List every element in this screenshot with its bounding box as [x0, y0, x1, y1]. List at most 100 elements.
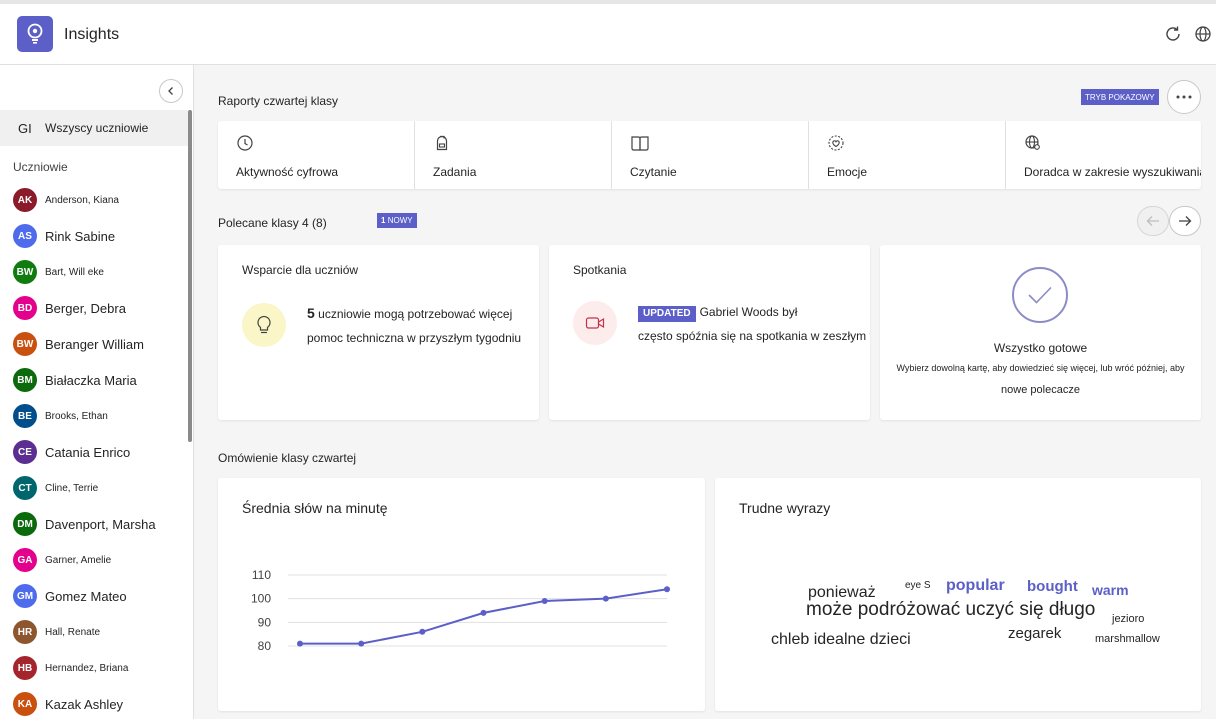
word-cloud-item: może podróżować uczyć się długo [806, 599, 1096, 620]
word-cloud-item: marshmallow [1095, 633, 1160, 645]
student-item[interactable]: BD Berger, Debra [0, 290, 188, 326]
report-tile-label: Emocje [827, 165, 868, 179]
student-name: Bart, Will eke [45, 266, 104, 278]
student-item[interactable]: GA Garner, Amelie [0, 542, 188, 578]
student-item[interactable]: BM Białaczka Maria [0, 362, 188, 398]
report-tile-label: Zadania [433, 165, 477, 179]
data-point[interactable] [419, 628, 426, 635]
student-name: Davenport, Marsha [45, 516, 156, 532]
data-point[interactable] [358, 640, 365, 647]
report-tile-assignments[interactable]: Zadania [415, 121, 612, 189]
new-badge: 1 NOWY [377, 213, 417, 228]
student-name: Brooks, Ethan [45, 410, 108, 422]
support-card-text: 5 uczniowie mogą potrzebować więcej pomo… [307, 301, 521, 350]
data-point[interactable] [297, 640, 303, 647]
student-item[interactable]: CT Cline, Terrie [0, 470, 188, 506]
all-done-line-2: nowe polecacze [1001, 384, 1080, 396]
support-icon-circle [242, 303, 286, 347]
all-students-label: Wszyscy uczniowie [45, 121, 149, 135]
backpack-icon [436, 135, 448, 151]
support-line-1: uczniowie mogą potrzebować więcej [318, 307, 513, 321]
data-point[interactable] [664, 586, 670, 593]
meetings-card[interactable]: Spotkania UPDATED Gabriel Woods był częst… [549, 245, 870, 420]
app-icon[interactable] [17, 16, 53, 52]
more-icon [1176, 95, 1192, 99]
difficult-words-card[interactable]: Trudne wyrazy ponieważ eye S popular bou… [715, 478, 1201, 711]
wpm-card[interactable]: Średnia słów na minutę 110 100 90 80 [218, 478, 705, 711]
data-point[interactable] [480, 609, 487, 616]
student-item[interactable]: HB Hernandez, Briana [0, 650, 188, 686]
students-section-label: Uczniowie [13, 160, 68, 174]
support-card-title: Wsparcie dla uczniów [242, 263, 359, 277]
student-name: Białaczka Maria [45, 372, 137, 388]
refresh-button[interactable] [1163, 24, 1183, 44]
student-item[interactable]: BW Bart, Will eke [0, 254, 188, 290]
previous-arrow-button[interactable] [1137, 206, 1169, 236]
report-tile-reading[interactable]: Czytanie [612, 121, 809, 189]
video-camera-icon [585, 317, 605, 329]
student-item[interactable]: BW Beranger William [0, 326, 188, 362]
avatar: AK [13, 188, 37, 212]
all-done-title: Wszystko gotowe [993, 341, 1088, 355]
reports-title: Raporty czwartej klasy [218, 94, 339, 108]
meetings-line-2: często spóźnia się na spotkania w zeszły… [638, 329, 870, 343]
refresh-icon [1166, 26, 1180, 41]
all-students-initials: GI [18, 120, 32, 136]
avatar: BM [13, 368, 37, 392]
new-count: 1 [381, 216, 386, 225]
arrow-right-icon [1179, 216, 1192, 226]
word-cloud-item: bought [1027, 578, 1078, 595]
student-name: Garner, Amelie [45, 554, 112, 566]
reports-bar: Aktywność cyfrowa Zadania Czytanie Emocj… [218, 121, 1201, 189]
support-count: 5 [307, 305, 315, 321]
word-cloud-item: warm [1092, 582, 1129, 598]
app-title: Insights [64, 26, 120, 43]
students-sidebar: GI Wszyscy uczniowie Uczniowie AK Anderso… [0, 65, 194, 719]
overview-title: Omówienie klasy czwartej [218, 451, 357, 465]
student-item[interactable]: AK Anderson, Kiana [0, 182, 188, 218]
all-students-item[interactable]: GI Wszyscy uczniowie [0, 110, 188, 146]
app-header: Insights [0, 4, 1216, 65]
student-item[interactable]: DM Davenport, Marsha [0, 506, 188, 542]
student-name: Anderson, Kiana [45, 194, 119, 206]
more-options-button[interactable] [1167, 80, 1201, 114]
report-tile-emotions[interactable]: Emocje [809, 121, 1006, 189]
student-item[interactable]: GM Gomez Mateo [0, 578, 188, 614]
avatar: HR [13, 620, 37, 644]
avatar: HB [13, 656, 37, 680]
avatar: DM [13, 512, 37, 536]
student-item[interactable]: AS Rink Sabine [0, 218, 188, 254]
heart-icon [828, 135, 844, 151]
support-card[interactable]: Wsparcie dla uczniów 5 uczniowie mogą po… [218, 245, 539, 420]
avatar: GA [13, 548, 37, 572]
data-point[interactable] [602, 595, 609, 602]
report-tile-search-coach[interactable]: Doradca w zakresie wyszukiwania [1006, 121, 1201, 189]
avatar: AS [13, 224, 37, 248]
globe-button[interactable] [1193, 24, 1213, 44]
student-name: Cline, Terrie [45, 482, 99, 494]
wpm-line-chart: 110 100 90 80 [251, 568, 670, 653]
globe-icon [1195, 26, 1211, 42]
new-label: NOWY [387, 216, 413, 225]
done-circle [1012, 267, 1068, 323]
avatar: BD [13, 296, 37, 320]
chevron-left-icon [168, 87, 173, 95]
all-done-card: Wszystko gotowe Wybierz dowolną kartę, a… [880, 245, 1201, 420]
sidebar-scrollbar[interactable] [188, 110, 192, 442]
avatar: GM [13, 584, 37, 608]
report-tile-label: Aktywność cyfrowa [236, 165, 339, 179]
report-tile-digital-activity[interactable]: Aktywność cyfrowa [218, 121, 415, 189]
book-icon [631, 136, 649, 151]
next-arrow-button[interactable] [1169, 206, 1201, 236]
student-item[interactable]: CE Catania Enrico [0, 434, 188, 470]
student-item[interactable]: KA Kazak Ashley [0, 686, 188, 719]
collapse-sidebar-button[interactable] [159, 79, 183, 103]
report-tile-label: Doradca w zakresie wyszukiwania [1024, 165, 1201, 179]
series-line [300, 588, 668, 645]
student-item[interactable]: HR Hall, Renate [0, 614, 188, 650]
data-point[interactable] [541, 598, 548, 605]
student-item[interactable]: BE Brooks, Ethan [0, 398, 188, 434]
words-card-title: Trudne wyrazy [739, 500, 831, 516]
student-name: Berger, Debra [45, 300, 126, 316]
lightbulb-icon [257, 315, 271, 334]
